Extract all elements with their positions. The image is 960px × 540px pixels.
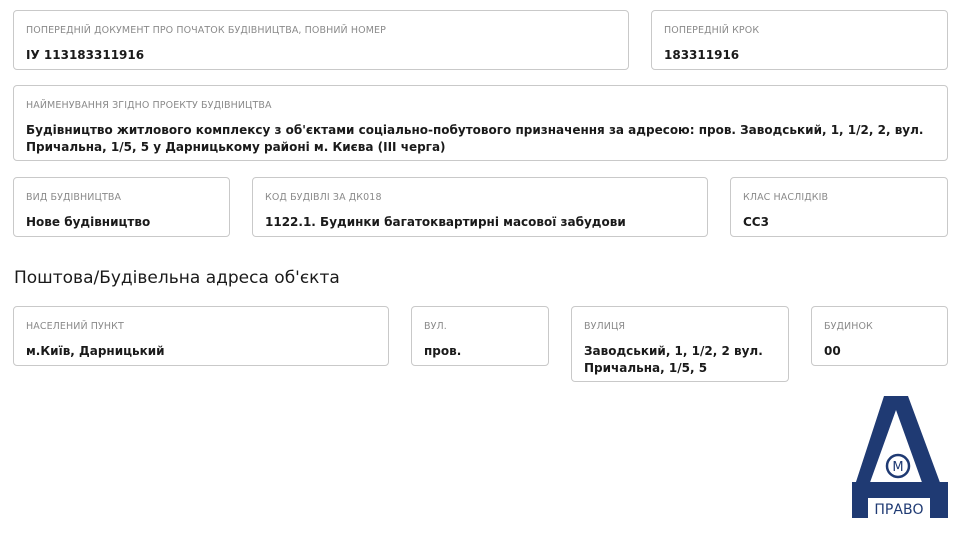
building-code-label: КОД БУДІВЛІ ЗА ДК018 [265,192,382,203]
street-type-value: пров. [424,344,462,358]
prev-step-label: ПОПЕРЕДНІЙ КРОК [664,25,760,36]
prev-step-value: 183311916 [664,48,740,62]
pravo-logo: М ПРАВО [850,394,950,520]
consequence-class-field: КЛАС НАСЛІДКІВ СС3 [730,177,948,237]
pravo-logo-graphic: М ПРАВО [852,396,948,518]
construction-type-label: ВИД БУДІВНИЦТВА [26,192,122,203]
logo-emblem-letter: М [892,460,903,475]
building-code-value: 1122.1. Будинки багатоквартирні масової … [265,215,626,229]
settlement-field: НАСЕЛЕНИЙ ПУНКТ м.Київ, Дарницький [13,306,389,366]
building-number-value: 00 [824,344,841,358]
prev-step-field: ПОПЕРЕДНІЙ КРОК 183311916 [651,10,948,70]
construction-type-value: Нове будівництво [26,215,151,229]
settlement-value: м.Київ, Дарницький [26,344,165,358]
address-section-title: Поштова/Будівельна адреса об'єкта [14,268,340,288]
project-name-label: НАЙМЕНУВАННЯ ЗГІДНО ПРОЕКТУ БУДІВНИЦТВА [26,100,272,111]
building-number-label: БУДИНОК [824,321,873,332]
prev-doc-value: ІУ 113183311916 [26,48,145,62]
street-type-field: ВУЛ. пров. [411,306,549,366]
building-code-field: КОД БУДІВЛІ ЗА ДК018 1122.1. Будинки баг… [252,177,708,237]
consequence-class-label: КЛАС НАСЛІДКІВ [743,192,829,203]
project-name-field: НАЙМЕНУВАННЯ ЗГІДНО ПРОЕКТУ БУДІВНИЦТВА … [13,85,948,161]
street-type-label: ВУЛ. [424,321,447,332]
building-number-field: БУДИНОК 00 [811,306,948,366]
consequence-class-value: СС3 [743,215,769,229]
construction-type-field: ВИД БУДІВНИЦТВА Нове будівництво [13,177,230,237]
settlement-label: НАСЕЛЕНИЙ ПУНКТ [26,321,124,332]
project-name-value: Будівництво житлового комплексу з об'єкт… [26,123,924,154]
street-label: ВУЛИЦЯ [584,321,626,332]
prev-doc-label: ПОПЕРЕДНІЙ ДОКУМЕНТ ПРО ПОЧАТОК БУДІВНИЦ… [26,25,386,36]
logo-text: ПРАВО [874,502,923,518]
prev-doc-field: ПОПЕРЕДНІЙ ДОКУМЕНТ ПРО ПОЧАТОК БУДІВНИЦ… [13,10,629,70]
street-field: ВУЛИЦЯ Заводський, 1, 1/2, 2 вул. Причал… [571,306,789,382]
street-value: Заводський, 1, 1/2, 2 вул. Причальна, 1/… [584,344,763,375]
